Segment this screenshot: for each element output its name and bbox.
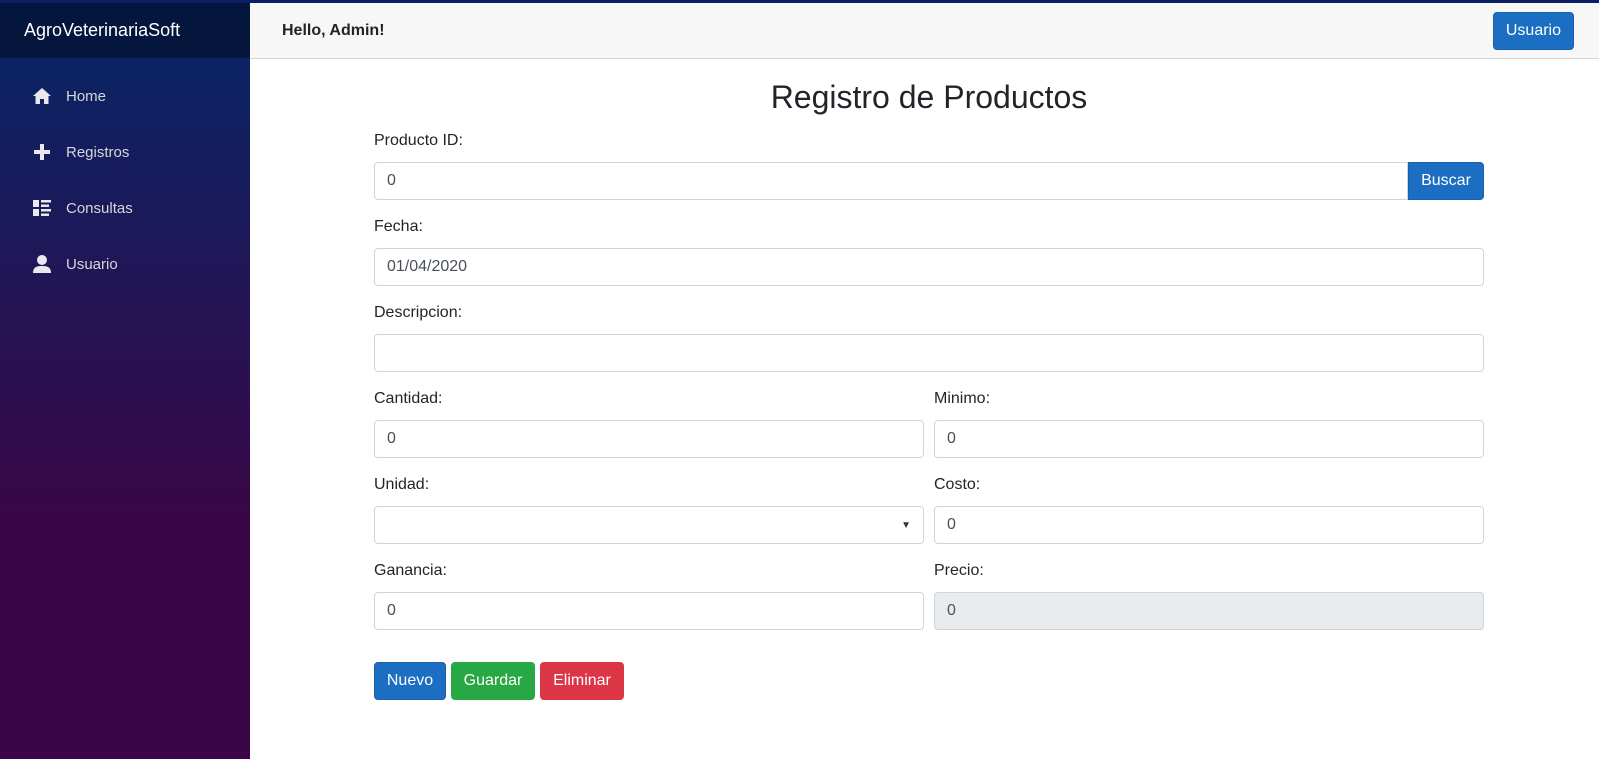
ganancia-label: Ganancia: bbox=[374, 562, 447, 579]
precio-value: 0 bbox=[947, 602, 956, 619]
eliminar-button[interactable]: Eliminar bbox=[540, 662, 624, 700]
producto-id-label: Producto ID: bbox=[374, 132, 463, 149]
descripcion-input[interactable] bbox=[374, 334, 1484, 372]
costo-value: 0 bbox=[947, 516, 956, 533]
page-title: Registro de Productos bbox=[770, 79, 1088, 115]
user-button[interactable]: Usuario bbox=[1492, 11, 1574, 50]
minimo-group: Minimo: 0 bbox=[934, 387, 1484, 458]
nav-item-consultas[interactable]: Consultas bbox=[0, 180, 250, 236]
unidad-select[interactable]: ▼ bbox=[374, 506, 924, 544]
brand[interactable]: AgroVeterinariaSoft bbox=[0, 0, 250, 58]
buscar-button[interactable]: Buscar bbox=[1408, 162, 1484, 200]
ganancia-precio-row: Ganancia: 0 Precio: 0 bbox=[374, 559, 1484, 630]
cantidad-minimo-row: Cantidad: 0 Minimo: 0 bbox=[374, 387, 1484, 458]
nav-item-usuario[interactable]: Usuario bbox=[0, 236, 250, 292]
nav-label-home: Home bbox=[66, 87, 107, 105]
unidad-group: Unidad: ▼ bbox=[374, 473, 924, 544]
nuevo-button[interactable]: Nuevo bbox=[374, 662, 446, 700]
fecha-group: Fecha: 01/04/2020 bbox=[374, 215, 1484, 286]
cantidad-value: 0 bbox=[387, 430, 396, 447]
precio-input: 0 bbox=[934, 592, 1484, 630]
fecha-input[interactable]: 01/04/2020 bbox=[374, 248, 1484, 286]
producto-id-input[interactable]: 0 bbox=[374, 162, 1408, 200]
user-icon bbox=[32, 254, 52, 274]
action-buttons: Nuevo Guardar Eliminar bbox=[374, 662, 1484, 700]
brand-name[interactable]: AgroVeterinariaSoft bbox=[24, 20, 180, 41]
unidad-costo-row: Unidad: ▼ Costo: 0 bbox=[374, 473, 1484, 544]
nav-item-registros[interactable]: Registros bbox=[0, 124, 250, 180]
nav-label-consultas: Consultas bbox=[66, 199, 133, 217]
costo-input[interactable]: 0 bbox=[934, 506, 1484, 544]
minimo-input[interactable]: 0 bbox=[934, 420, 1484, 458]
ganancia-group: Ganancia: 0 bbox=[374, 559, 924, 630]
cantidad-label: Cantidad: bbox=[374, 390, 443, 407]
minimo-value: 0 bbox=[947, 430, 956, 447]
precio-label: Precio: bbox=[934, 562, 984, 579]
cantidad-input[interactable]: 0 bbox=[374, 420, 924, 458]
nav-menu: Home Registros Consultas Usuario bbox=[0, 58, 250, 292]
guardar-button[interactable]: Guardar bbox=[451, 662, 535, 700]
fecha-value: 01/04/2020 bbox=[387, 258, 468, 275]
costo-label: Costo: bbox=[934, 476, 981, 493]
top-bar: Hello, Admin! Usuario bbox=[250, 0, 1599, 59]
plus-icon bbox=[32, 142, 52, 162]
nav-label-registros: Registros bbox=[66, 143, 130, 161]
home-icon bbox=[32, 86, 52, 106]
ganancia-input[interactable]: 0 bbox=[374, 592, 924, 630]
producto-id-group: Producto ID: 0 Buscar bbox=[374, 129, 1484, 200]
nav-item-home[interactable]: Home bbox=[0, 68, 250, 124]
main-area: Hello, Admin! Usuario Registro de Produc… bbox=[250, 0, 1599, 759]
descripcion-label: Descripcion: bbox=[374, 304, 463, 321]
sidebar: AgroVeterinariaSoft Home Registros Consu… bbox=[0, 0, 250, 759]
costo-group: Costo: 0 bbox=[934, 473, 1484, 544]
cantidad-group: Cantidad: 0 bbox=[374, 387, 924, 458]
descripcion-group: Descripcion: bbox=[374, 301, 1484, 372]
list-icon bbox=[32, 198, 52, 218]
nav-label-usuario: Usuario bbox=[66, 255, 118, 273]
form-container: Registro de Productos Producto ID: 0 Bus… bbox=[374, 59, 1484, 700]
minimo-label: Minimo: bbox=[934, 390, 991, 407]
producto-id-value: 0 bbox=[387, 172, 396, 189]
precio-group: Precio: 0 bbox=[934, 559, 1484, 630]
caret-down-icon: ▼ bbox=[901, 519, 911, 531]
ganancia-value: 0 bbox=[387, 602, 396, 619]
fecha-label: Fecha: bbox=[374, 218, 423, 235]
greeting: Hello, Admin! bbox=[282, 21, 385, 39]
unidad-label: Unidad: bbox=[374, 476, 430, 493]
